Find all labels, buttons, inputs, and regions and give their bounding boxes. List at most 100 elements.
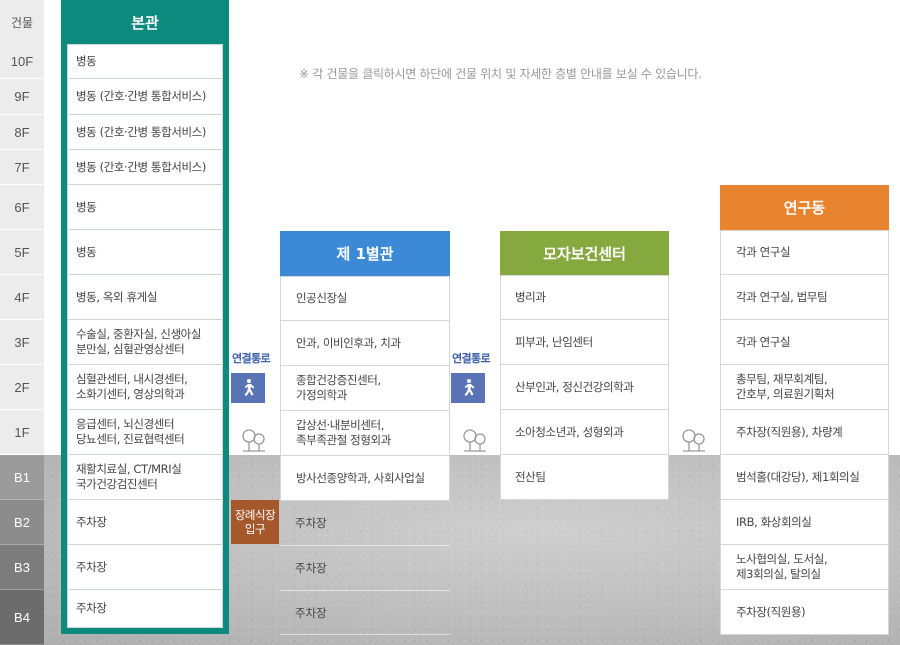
main-floor-3f-text: 수술실, 중환자실, 신생아실 분만실, 심혈관영상센터 bbox=[76, 327, 202, 356]
annex1-floor-1f: 갑상선·내분비센터, 족부족관절 정형외과 bbox=[280, 411, 450, 456]
annex1-floor-b2: 주차장 bbox=[280, 501, 450, 545]
floor-label-b4: B4 bbox=[0, 590, 44, 645]
main-floor-2f: 심혈관센터, 내시경센터, 소화기센터, 영상의학과 bbox=[67, 365, 223, 410]
walking-person-icon-glyph bbox=[244, 379, 255, 396]
maternal-floor-4f: 병리과 bbox=[500, 275, 669, 320]
research-floor-b3-text: 노사협의실, 도서실, 제3회의실, 탈의실 bbox=[736, 552, 828, 581]
main-floor-10f: 병동 bbox=[67, 44, 223, 79]
tree-icon bbox=[242, 429, 265, 452]
main-floor-b3-text: 주차장 bbox=[76, 559, 107, 574]
floor-label-1f: 1F bbox=[0, 410, 44, 455]
annex1-floor-b1-text: 방사선종양학과, 사회사업실 bbox=[296, 470, 425, 485]
annex1-floor-b4: 주차장 bbox=[280, 591, 450, 635]
main-floor-6f: 병동 bbox=[67, 185, 223, 230]
connector-label-2: 연결통로 bbox=[452, 352, 491, 365]
annex1-floor-3f: 안과, 이비인후과, 치과 bbox=[280, 321, 450, 366]
main-floor-1f: 응급센터, 뇌신경센터 당뇨센터, 진료협력센터 bbox=[67, 410, 223, 455]
maternal-floor-b1: 전산팀 bbox=[500, 455, 669, 500]
floor-label-5f: 5F bbox=[0, 230, 44, 275]
main-floor-b2-text: 주차장 bbox=[76, 514, 107, 529]
annex1-floor-b1: 방사선종양학과, 사회사업실 bbox=[280, 456, 450, 501]
main-floor-b1-text: 재활치료실, CT/MRI실 국가건강검진센터 bbox=[76, 462, 182, 491]
main-floor-3f: 수술실, 중환자실, 신생아실 분만실, 심혈관영상센터 bbox=[67, 320, 223, 365]
maternal-floor-2f-text: 산부인과, 정신건강의학과 bbox=[515, 379, 634, 394]
main-floor-b1: 재활치료실, CT/MRI실 국가건강검진센터 bbox=[67, 455, 223, 500]
building-main-title[interactable]: 본관 bbox=[61, 0, 229, 44]
floor-label-b2: B2 bbox=[0, 500, 44, 545]
maternal-floor-1f-text: 소아청소년과, 성형외과 bbox=[515, 424, 624, 439]
maternal-floor-2f: 산부인과, 정신건강의학과 bbox=[500, 365, 669, 410]
floor-label-2f: 2F bbox=[0, 365, 44, 410]
floor-label-7f: 7F bbox=[0, 150, 44, 185]
main-floor-8f-text: 병동 (간호·간병 통합서비스) bbox=[76, 124, 206, 139]
floor-column: 건물 10F 9F 8F 7F 6F 5F 4F 3F 2F 1F B1 B2 … bbox=[0, 0, 44, 645]
annex1-floor-2f: 종합건강증진센터, 가정의학과 bbox=[280, 366, 450, 411]
walking-person-icon-glyph bbox=[464, 379, 475, 396]
floor-label-4f: 4F bbox=[0, 275, 44, 320]
research-floor-5f: 각과 연구실 bbox=[720, 230, 889, 275]
connector-label-1: 연결통로 bbox=[232, 352, 271, 365]
tree-icon bbox=[682, 429, 705, 452]
annex1-floor-3f-text: 안과, 이비인후과, 치과 bbox=[296, 335, 401, 350]
research-floor-5f-text: 각과 연구실 bbox=[736, 245, 791, 259]
main-floor-6f-text: 병동 bbox=[76, 199, 97, 214]
research-floor-b1: 범석홀(대강당), 제1회의실 bbox=[720, 455, 889, 500]
research-floor-1f-text: 주차장(직원용), 차량계 bbox=[736, 424, 843, 439]
floor-label-3f: 3F bbox=[0, 320, 44, 365]
building-annex1-title[interactable]: 제 1별관 bbox=[280, 231, 450, 276]
floor-label-6f: 6F bbox=[0, 185, 44, 230]
main-floor-10f-text: 병동 bbox=[76, 54, 97, 68]
main-floor-b3: 주차장 bbox=[67, 545, 223, 590]
main-floor-4f-text: 병동, 옥외 휴게실 bbox=[76, 289, 158, 304]
maternal-floor-4f-text: 병리과 bbox=[515, 290, 546, 304]
annex1-floor-1f-text: 갑상선·내분비센터, 족부족관절 정형외과 bbox=[296, 418, 391, 447]
floor-label-9f: 9F bbox=[0, 79, 44, 115]
annex1-floor-b3: 주차장 bbox=[280, 546, 450, 590]
floor-label-10f: 10F bbox=[0, 44, 44, 79]
main-floor-2f-text: 심혈관센터, 내시경센터, 소화기센터, 영상의학과 bbox=[76, 372, 188, 401]
annex1-floor-b4-text: 주차장 bbox=[295, 606, 327, 620]
floor-label-b3: B3 bbox=[0, 545, 44, 590]
building-main[interactable]: 본관 병동 병동 (간호·간병 통합서비스) 병동 (간호·간병 통합서비스) … bbox=[61, 0, 229, 634]
research-floor-b3: 노사협의실, 도서실, 제3회의실, 탈의실 bbox=[720, 545, 889, 590]
main-floor-5f-text: 병동 bbox=[76, 244, 97, 259]
annex1-floor-2f-text: 종합건강증진센터, 가정의학과 bbox=[296, 373, 381, 402]
walking-person-icon[interactable] bbox=[451, 373, 485, 403]
research-floor-4f-text: 각과 연구실, 법무팀 bbox=[736, 289, 828, 304]
floor-label-8f: 8F bbox=[0, 115, 44, 150]
walking-person-icon[interactable] bbox=[231, 373, 265, 403]
main-floor-b2: 주차장 bbox=[67, 500, 223, 545]
research-floor-b2-text: IRB, 화상회의실 bbox=[736, 514, 812, 529]
annex1-floor-4f: 인공신장실 bbox=[280, 276, 450, 321]
funeral-hall-entrance-label: 장례식장 입구 bbox=[234, 508, 276, 536]
annex1-floor-b3-text: 주차장 bbox=[295, 561, 327, 575]
main-floor-9f: 병동 (간호·간병 통합서비스) bbox=[67, 79, 223, 115]
funeral-hall-entrance[interactable]: 장례식장 입구 bbox=[231, 500, 279, 544]
research-floor-3f-text: 각과 연구실 bbox=[736, 334, 791, 349]
main-floor-7f-text: 병동 (간호·간병 통합서비스) bbox=[76, 159, 206, 174]
annex1-divider-b4 bbox=[280, 634, 450, 635]
research-floor-2f: 총무팀, 재무회계팀, 간호부, 의료원기획처 bbox=[720, 365, 889, 410]
building-maternal-title[interactable]: 모자보건센터 bbox=[500, 231, 669, 275]
research-floor-1f: 주차장(직원용), 차량계 bbox=[720, 410, 889, 455]
building-research-title[interactable]: 연구동 bbox=[720, 185, 889, 230]
research-floor-b1-text: 범석홀(대강당), 제1회의실 bbox=[736, 469, 860, 484]
research-floor-4f: 각과 연구실, 법무팀 bbox=[720, 275, 889, 320]
annex1-floor-b2-text: 주차장 bbox=[295, 516, 327, 530]
research-floor-3f: 각과 연구실 bbox=[720, 320, 889, 365]
floor-header: 건물 bbox=[0, 0, 44, 44]
research-floor-2f-text: 총무팀, 재무회계팀, 간호부, 의료원기획처 bbox=[736, 372, 835, 401]
tree-icon bbox=[463, 429, 486, 452]
research-floor-b2: IRB, 화상회의실 bbox=[720, 500, 889, 545]
main-floor-b4: 주차장 bbox=[67, 590, 223, 628]
main-floor-4f: 병동, 옥외 휴게실 bbox=[67, 275, 223, 320]
maternal-floor-1f: 소아청소년과, 성형외과 bbox=[500, 410, 669, 455]
maternal-floor-3f-text: 피부과, 난임센터 bbox=[515, 334, 593, 349]
maternal-floor-b1-text: 전산팀 bbox=[515, 469, 546, 484]
main-floor-9f-text: 병동 (간호·간병 통합서비스) bbox=[76, 89, 206, 103]
building-guide: 건물 10F 9F 8F 7F 6F 5F 4F 3F 2F 1F B1 B2 … bbox=[0, 0, 900, 645]
main-floor-1f-text: 응급센터, 뇌신경센터 당뇨센터, 진료협력센터 bbox=[76, 417, 185, 446]
maternal-floor-3f: 피부과, 난임센터 bbox=[500, 320, 669, 365]
research-floor-b4: 주차장(직원용) bbox=[720, 590, 889, 635]
main-floor-8f: 병동 (간호·간병 통합서비스) bbox=[67, 115, 223, 150]
